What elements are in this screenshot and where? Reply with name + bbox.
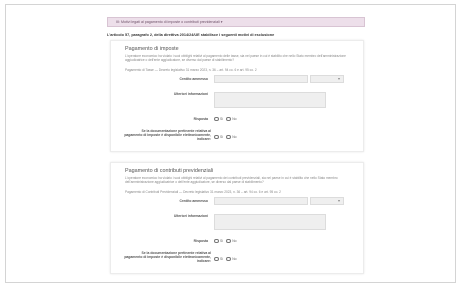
radio-icon[interactable] [214,256,219,262]
info-textarea[interactable] [214,92,326,108]
card-description: L'operatore economico ha violato i suoi … [125,176,338,185]
documentation-radio-group: Sì No [214,134,237,140]
chevron-down-icon: ▾ [220,20,223,24]
card-legal-reference: Pagamento di Tasse — Decreto legislativo… [125,68,257,72]
answer-yes-option[interactable]: Sì [214,238,223,244]
intro-text: L'articolo 57, paragrafo 2, della dirett… [107,33,275,37]
chevron-down-icon: ▾ [337,76,340,81]
info-label: Ulteriori informazioni [173,92,208,96]
card-tax-payment: Pagamento di imposte L'operatore economi… [110,40,364,152]
answer-radio-group: Sì No [214,238,237,244]
amount-input[interactable] [214,197,308,205]
radio-icon[interactable] [226,238,231,244]
radio-icon[interactable] [226,134,231,140]
chevron-down-icon: ▾ [337,198,340,203]
answer-yes-option[interactable]: Sì [214,116,223,122]
radio-icon[interactable] [226,116,231,122]
answer-no-option[interactable]: No [226,116,237,122]
answer-label: Risposta [193,117,208,121]
documentation-radio-group: Sì No [214,256,237,262]
documentation-no-option[interactable]: No [226,134,237,140]
answer-radio-group: Sì No [214,116,237,122]
amount-label: Credito ammesso [179,199,208,203]
radio-icon[interactable] [214,238,219,244]
info-label: Ulteriori informazioni [173,214,208,218]
section-header-title: III: Motivi legati al pagamento di impos… [116,20,220,24]
amount-label: Credito ammesso [179,77,208,81]
documentation-yes-option[interactable]: Sì [214,134,223,140]
card-description: L'operatore economico ha violato i suoi … [125,54,346,63]
radio-icon[interactable] [214,116,219,122]
amount-input[interactable] [214,75,308,83]
currency-select[interactable]: ▾ [310,197,344,205]
card-legal-reference: Pagamento di Contributi Previdenziali — … [125,190,281,194]
documentation-label: Se la documentazione pertinente relativa… [124,129,211,142]
radio-icon[interactable] [226,256,231,262]
documentation-label: Se la documentazione pertinente relativa… [124,251,211,264]
answer-label: Risposta [193,239,208,243]
documentation-no-option[interactable]: No [226,256,237,262]
card-title: Pagamento di contributi previdenziali [125,168,214,174]
radio-icon[interactable] [214,134,219,140]
info-textarea[interactable] [214,214,326,230]
card-title: Pagamento di imposte [125,46,179,52]
documentation-yes-option[interactable]: Sì [214,256,223,262]
answer-no-option[interactable]: No [226,238,237,244]
card-social-security-payment: Pagamento di contributi previdenziali L'… [110,162,364,274]
section-header-tax-payment[interactable]: III: Motivi legati al pagamento di impos… [107,17,365,27]
currency-select[interactable]: ▾ [310,75,344,83]
